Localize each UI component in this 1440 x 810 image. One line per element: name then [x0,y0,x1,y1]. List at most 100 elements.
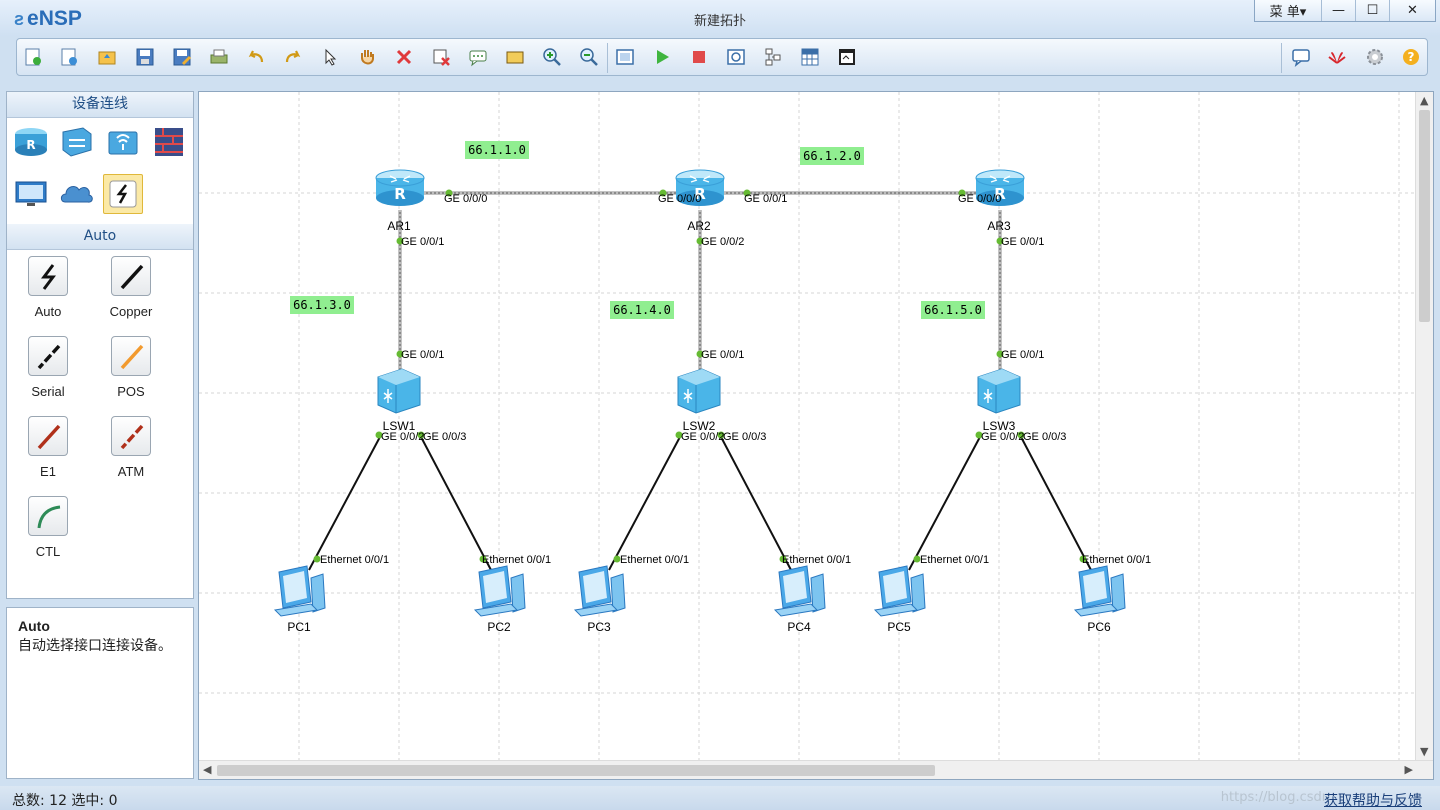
message-icon[interactable] [1291,47,1311,67]
link-lsw2-pc4[interactable] [719,434,792,571]
cable-header: Auto [7,224,193,250]
pc-pc1[interactable] [274,565,326,617]
undo-icon[interactable] [246,47,266,67]
cable-atm[interactable]: ATM [96,416,166,479]
device-name: AR1 [387,219,411,233]
serial-cable-icon [28,336,68,376]
new-topology-icon[interactable] [23,47,43,67]
delete-icon[interactable] [394,47,414,67]
port-label: GE 0/0/3 [423,431,466,443]
vertical-scroll-thumb[interactable] [1419,110,1430,322]
terminal-icon[interactable] [837,47,857,67]
port-label: GE 0/0/0 [958,193,1001,205]
link-lsw1-pc2[interactable] [419,434,492,571]
redo-icon[interactable] [283,47,303,67]
pc-pc3[interactable] [574,565,626,617]
help-feedback-link[interactable]: 获取帮助与反馈 [1324,790,1422,810]
link-lsw2-pc3[interactable] [608,434,682,571]
window-controls: 菜 单▾ — ☐ ✕ [1254,0,1436,22]
cable-ctl[interactable]: CTL [13,496,83,559]
wireless-icon[interactable] [103,122,143,162]
window-title: 新建拓扑 [693,14,746,29]
select-icon[interactable] [320,47,340,67]
device-name: AR3 [987,219,1011,233]
cable-e1[interactable]: E1 [13,416,83,479]
port-label: GE 0/0/1 [744,193,787,205]
device-name: PC4 [787,620,811,634]
toolbar-separator [1281,43,1282,73]
help-icon[interactable]: ? [1401,47,1421,67]
port-label: GE 0/0/1 [1001,349,1044,361]
stop-device-icon[interactable] [689,47,709,67]
horizontal-scrollbar[interactable]: ◀ ▶ [199,760,1433,779]
cable-pos[interactable]: POS [96,336,166,399]
print-icon[interactable] [209,47,229,67]
pan-hand-icon[interactable] [357,47,377,67]
switch-lsw3[interactable] [977,368,1021,414]
zoom-out-icon[interactable] [579,47,599,67]
scroll-right-icon[interactable]: ▶ [1405,763,1413,776]
device-name: AR2 [687,219,711,233]
pc-pc2[interactable] [474,565,526,617]
device-name: PC1 [287,620,311,634]
switch-lsw2[interactable] [677,368,721,414]
title-bar: ƨ eNSP 新建拓扑 菜 单▾ — ☐ ✕ [0,0,1440,36]
save-as-icon[interactable] [172,47,192,67]
connection-icon[interactable] [103,174,143,214]
topology-canvas[interactable]: R [198,91,1434,780]
scroll-down-icon[interactable]: ▼ [1420,745,1428,758]
cable-auto[interactable]: Auto [13,256,83,319]
firewall-icon[interactable] [149,122,189,162]
port-label: Ethernet 0/0/1 [782,554,851,566]
cable-label: CTL [35,544,61,559]
cloud-icon[interactable] [57,174,97,214]
rectangle-icon[interactable] [505,47,525,67]
pc-pc4[interactable] [774,565,826,617]
start-device-icon[interactable] [652,47,672,67]
settings-icon[interactable] [1365,47,1385,67]
grid-icon[interactable] [800,47,820,67]
pc-pc5[interactable] [874,565,926,617]
pc-icon[interactable] [11,174,51,214]
fit-view-icon[interactable] [615,47,635,67]
vertical-scrollbar[interactable]: ▲ ▼ [1415,92,1433,762]
svg-text:?: ? [1408,50,1415,64]
menu-button[interactable]: 菜 单▾ [1255,0,1321,21]
port-label: GE 0/0/3 [1023,431,1066,443]
switch-icon[interactable] [57,122,97,162]
horizontal-scroll-thumb[interactable] [217,765,935,776]
new-lab-icon[interactable] [59,47,79,67]
open-icon[interactable] [97,47,117,67]
network-label: 66.1.5.0 [924,303,982,317]
minimize-button[interactable]: — [1321,0,1355,21]
router-ar1[interactable] [375,169,425,207]
capture-icon[interactable] [726,47,746,67]
auto-cable-icon [28,256,68,296]
router-icon[interactable]: R [11,122,51,162]
huawei-icon[interactable] [1327,47,1347,67]
topology-icon[interactable] [763,47,783,67]
pc-pc6[interactable] [1074,565,1126,617]
maximize-button[interactable]: ☐ [1355,0,1389,21]
port-label: GE 0/0/2 [681,431,724,443]
cable-label: Serial [31,384,65,399]
ctl-cable-icon [28,496,68,536]
scroll-up-icon[interactable]: ▲ [1420,94,1428,107]
link-lsw1-pc1[interactable] [308,434,382,571]
cable-copper[interactable]: Copper [96,256,166,319]
toolbar: ? [16,38,1428,76]
save-icon[interactable] [135,47,155,67]
delete-link-icon[interactable] [431,47,451,67]
port-label: GE 0/0/0 [444,193,487,205]
link-lsw3-pc5[interactable] [908,434,982,571]
close-button[interactable]: ✕ [1389,0,1435,21]
zoom-in-icon[interactable] [542,47,562,67]
cable-serial[interactable]: Serial [13,336,83,399]
port-label: GE 0/0/1 [1001,236,1044,248]
link-lsw3-pc6[interactable] [1019,434,1092,571]
info-description: 自动选择接口连接设备。 [18,638,172,654]
text-icon[interactable] [468,47,488,67]
scroll-left-icon[interactable]: ◀ [203,763,211,776]
switch-lsw1[interactable] [377,368,421,414]
network-label: 66.1.2.0 [803,149,861,163]
